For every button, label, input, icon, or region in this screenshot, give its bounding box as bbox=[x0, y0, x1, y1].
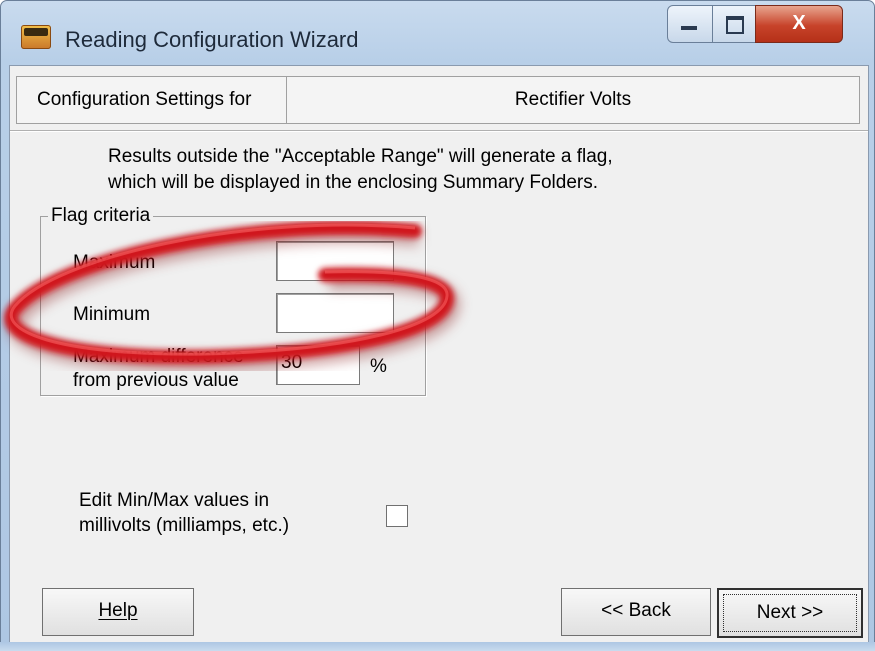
window-title: Reading Configuration Wizard bbox=[65, 27, 359, 52]
max-difference-input[interactable] bbox=[277, 346, 359, 380]
minimum-field[interactable] bbox=[276, 293, 394, 333]
max-difference-label-line-1: Maximum difference bbox=[73, 346, 244, 367]
max-difference-field[interactable] bbox=[276, 345, 360, 385]
help-button[interactable]: Help bbox=[42, 588, 194, 636]
minimum-label: Minimum bbox=[73, 304, 151, 325]
maximize-button[interactable] bbox=[712, 5, 756, 43]
minimize-button[interactable] bbox=[667, 5, 713, 43]
help-button-label: Help bbox=[98, 600, 138, 621]
millivolts-label-line-2: millivolts (milliamps, etc.) bbox=[79, 515, 290, 536]
info-line-1: Results outside the "Acceptable Range" w… bbox=[108, 146, 613, 167]
close-icon: X bbox=[792, 12, 806, 34]
max-difference-label: Maximum difference from previous value bbox=[73, 345, 244, 393]
millivolts-label: Edit Min/Max values in millivolts (milli… bbox=[79, 488, 289, 538]
millivolts-label-line-1: Edit Min/Max values in bbox=[79, 490, 270, 511]
maximize-icon bbox=[726, 16, 744, 34]
next-button[interactable]: Next >> bbox=[717, 588, 863, 638]
title-bar[interactable]: Reading Configuration Wizard X bbox=[1, 1, 874, 65]
maximum-field[interactable] bbox=[276, 241, 394, 281]
app-logo-icon bbox=[21, 25, 51, 49]
info-text: Results outside the "Acceptable Range" w… bbox=[108, 144, 613, 196]
config-settings-label: Configuration Settings for bbox=[37, 89, 252, 110]
header-divider bbox=[10, 130, 868, 132]
wizard-content: Configuration Settings for Rectifier Vol… bbox=[9, 65, 869, 645]
maximum-label: Maximum bbox=[73, 252, 156, 273]
wizard-window: Reading Configuration Wizard X Configura… bbox=[0, 0, 875, 651]
config-settings-header: Configuration Settings for bbox=[16, 76, 288, 124]
reading-name-label: Rectifier Volts bbox=[514, 89, 632, 110]
back-button[interactable]: << Back bbox=[561, 588, 711, 636]
back-button-label: << Back bbox=[601, 600, 671, 621]
max-difference-label-line-2: from previous value bbox=[73, 370, 239, 391]
minimum-input[interactable] bbox=[277, 294, 390, 328]
window-bottom-frame bbox=[0, 642, 875, 651]
info-line-2: which will be displayed in the enclosing… bbox=[108, 172, 599, 193]
minimize-icon bbox=[681, 26, 697, 30]
flag-criteria-title: Flag criteria bbox=[48, 205, 154, 227]
percent-label: % bbox=[370, 356, 387, 377]
millivolts-checkbox[interactable] bbox=[386, 505, 408, 527]
next-button-label: Next >> bbox=[756, 602, 824, 623]
maximum-input[interactable] bbox=[277, 242, 390, 276]
close-button[interactable]: X bbox=[755, 5, 843, 43]
next-button-focus-rect: Next >> bbox=[723, 594, 857, 632]
reading-name-header: Rectifier Volts bbox=[286, 76, 860, 124]
